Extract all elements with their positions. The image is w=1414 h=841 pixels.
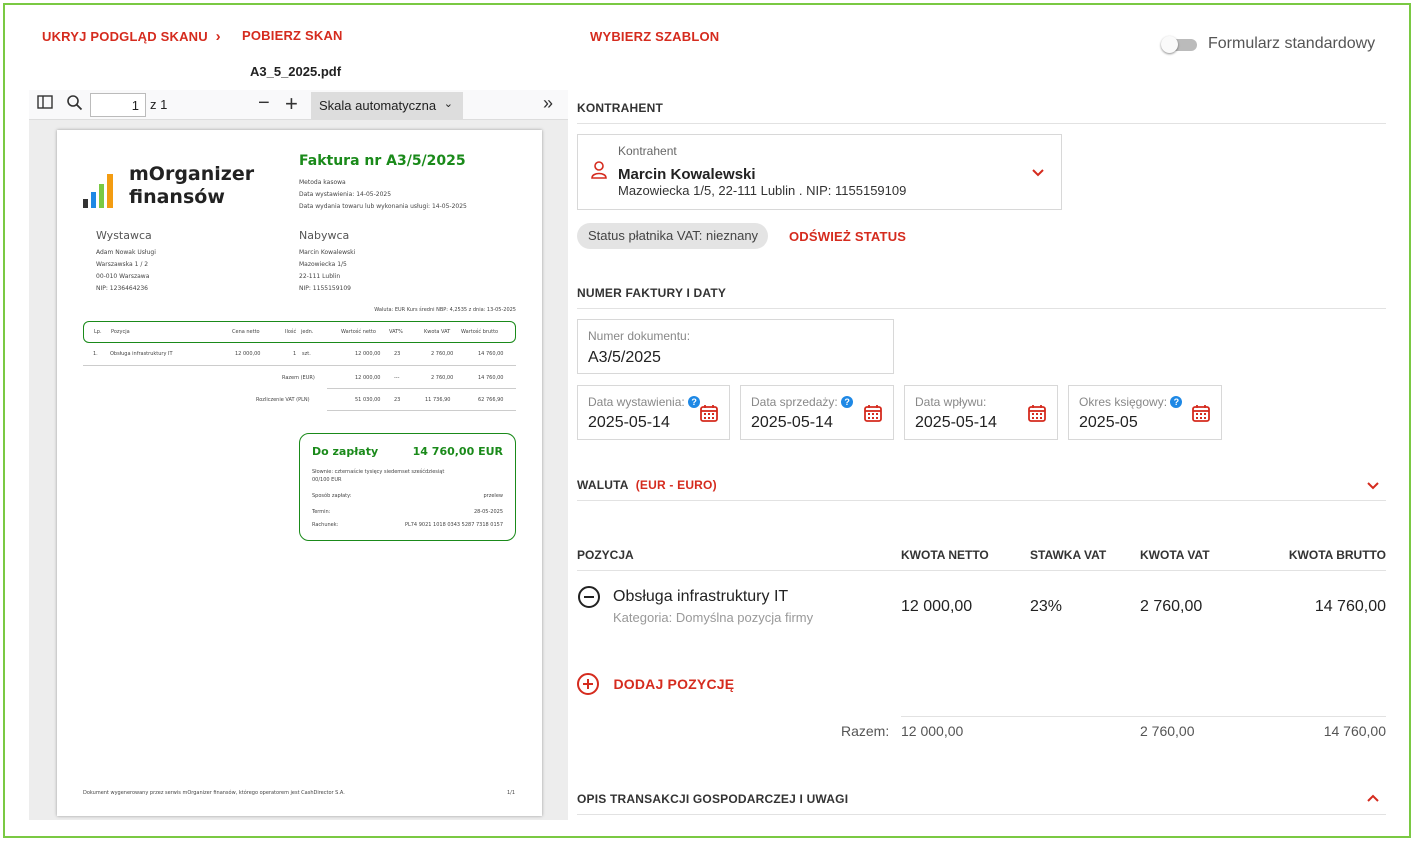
position-net[interactable]: 12 000,00 (901, 598, 972, 616)
help-icon[interactable]: ? (841, 396, 854, 408)
invoice-page-number: 1/1 (507, 790, 516, 796)
number-section-title: NUMER FAKTURY I DATY (577, 286, 727, 300)
contractor-name: Marcin Kowalewski (618, 166, 756, 183)
currency-value: (EUR - EURO) (635, 478, 717, 492)
issue-date-label: Data wystawienia: ? (588, 395, 701, 409)
plus-circle-icon (577, 673, 599, 695)
scale-select[interactable]: Skala automatyczna ⌄ (311, 92, 463, 119)
position-category: Kategoria: Domyślna pozycja firmy (613, 610, 814, 625)
column-header-net: KWOTA NETTO (901, 548, 989, 562)
calendar-icon[interactable] (1192, 404, 1210, 422)
accounting-period-label: Okres księgowy: ? (1079, 395, 1183, 409)
total-net: 12 000,00 (901, 723, 964, 739)
column-header-gross: KWOTA BRUTTO (1288, 548, 1386, 562)
accounting-period-value: 2025-05 (1079, 414, 1138, 431)
invoice-page: mOrganizer finansów Faktura nr A3/5/2025 … (57, 130, 542, 816)
invoice-pln-row: Rozliczenie VAT (PLN) 51 030,00 23 11 73… (256, 393, 516, 411)
invoice-title: Faktura nr A3/5/2025 (299, 153, 466, 169)
search-icon[interactable] (66, 94, 83, 116)
receipt-date-label: Data wpływu: (915, 395, 987, 409)
chevron-right-icon: › (215, 28, 221, 45)
download-scan-button[interactable]: POBIERZ SKAN (242, 28, 343, 43)
chevron-down-icon[interactable] (1366, 481, 1380, 490)
document-number-value: A3/5/2025 (588, 349, 661, 366)
calendar-icon[interactable] (1028, 404, 1046, 422)
divider (901, 716, 1386, 717)
add-position-label: DODAJ POZYCJĘ (613, 676, 735, 692)
total-vat: 2 760,00 (1140, 723, 1195, 739)
divider (577, 500, 1386, 501)
buyer-heading: Nabywca (299, 229, 350, 242)
zoom-in-icon[interactable]: + (285, 91, 298, 117)
chevron-down-icon (1032, 169, 1044, 177)
sale-date-value: 2025-05-14 (751, 414, 833, 431)
hide-scan-label: UKRYJ PODGLĄD SKANU (42, 29, 208, 44)
invoice-table-row: 1. Obsługa infrastruktury IT 12 000,00 1… (83, 348, 516, 366)
issue-date-field[interactable]: Data wystawienia: ? 2025-05-14 (577, 385, 730, 440)
invoice-meta: Metoda kasowa Data wystawienia: 14-05-202… (299, 179, 467, 210)
sale-date-label: Data sprzedaży: ? (751, 395, 854, 409)
calendar-icon[interactable] (700, 404, 718, 422)
page-total: z 1 (150, 97, 168, 112)
scale-value: Skala automatyczna (319, 98, 437, 113)
contractor-select[interactable]: Kontrahent Marcin Kowalewski Mazowiecka … (577, 134, 1062, 210)
standard-form-toggle[interactable] (1161, 36, 1199, 53)
morganizer-logo-icon (83, 174, 113, 208)
logo-text: mOrganizer finansów (129, 163, 255, 208)
invoice-sum-row: Razem (EUR) 12 000,00 --- 2 760,00 14 76… (282, 371, 516, 389)
scan-filename: A3_5_2025.pdf (250, 64, 342, 79)
position-vat[interactable]: 2 760,00 (1140, 598, 1202, 616)
zoom-out-icon[interactable]: − (258, 92, 270, 115)
column-header-vat: KWOTA VAT (1140, 548, 1210, 562)
help-icon[interactable]: ? (688, 396, 701, 408)
pdf-toolbar: 1 z 1 − + Skala automatyczna ⌄ » (29, 90, 568, 120)
accounting-period-field[interactable]: Okres księgowy: ? 2025-05 (1068, 385, 1222, 440)
divider (577, 570, 1386, 571)
payment-box: Do zapłaty 14 760,00 EUR Słownie: cztern… (299, 433, 516, 541)
invoice-footer: Dokument wygenerowany przez serwis mOrga… (83, 790, 345, 796)
refresh-status-button[interactable]: ODŚWIEŻ STATUS (789, 229, 906, 244)
seller-heading: Wystawca (96, 229, 152, 242)
position-gross[interactable]: 14 760,00 (1315, 598, 1386, 616)
description-section-title[interactable]: OPIS TRANSAKCJI GOSPODARCZEJ I UWAGI (577, 792, 848, 806)
currency-line: Waluta: EUR Kurs średni NBP: 4,2535 z dn… (374, 307, 516, 313)
person-icon (591, 161, 607, 179)
position-vat-rate[interactable]: 23% (1030, 598, 1062, 616)
sale-date-field[interactable]: Data sprzedaży: ? 2025-05-14 (740, 385, 894, 440)
chevron-down-icon: ⌄ (443, 98, 453, 110)
remove-position-icon[interactable] (578, 586, 600, 608)
page-number-input[interactable]: 1 (90, 93, 146, 117)
column-header-vat-rate: STAWKA VAT (1030, 548, 1107, 562)
divider (577, 308, 1386, 309)
document-number-label: Numer dokumentu: (588, 329, 691, 343)
invoice-table-header: Lp. Pozycja Cena netto Ilość jedn. Warto… (83, 321, 516, 343)
hide-scan-button[interactable]: UKRYJ PODGLĄD SKANU › (42, 28, 221, 45)
choose-template-button[interactable]: WYBIERZ SZABLON (590, 29, 719, 44)
currency-section-title[interactable]: WALUTA (EUR - EURO) (577, 478, 717, 492)
document-number-field[interactable]: Numer dokumentu: A3/5/2025 (577, 319, 894, 374)
divider (577, 123, 1386, 124)
tools-menu-icon[interactable]: » (543, 93, 553, 114)
sidebar-toggle-icon[interactable] (37, 95, 53, 114)
column-header-position: POZYCJA (577, 548, 634, 562)
add-position-button[interactable]: DODAJ POZYCJĘ (577, 673, 734, 695)
contractor-section-title: KONTRAHENT (577, 101, 663, 115)
contractor-label: Kontrahent (618, 144, 677, 158)
vat-status-badge: Status płatnika VAT: nieznany (577, 223, 768, 249)
pdf-viewer: 1 z 1 − + Skala automatyczna ⌄ » mOrganiz… (29, 90, 568, 820)
total-label: Razem: (841, 723, 890, 739)
divider (577, 814, 1386, 815)
seller-details: Adam Nowak Usługi Warszawska 1 / 2 00-010 … (96, 249, 156, 292)
total-gross: 14 760,00 (1323, 723, 1386, 739)
chevron-up-icon[interactable] (1366, 794, 1380, 803)
calendar-icon[interactable] (864, 404, 882, 422)
standard-form-label: Formularz standardowy (1208, 35, 1376, 52)
help-icon[interactable]: ? (1170, 396, 1183, 408)
receipt-date-value: 2025-05-14 (915, 414, 997, 431)
receipt-date-field[interactable]: Data wpływu: 2025-05-14 (904, 385, 1058, 440)
position-name[interactable]: Obsługa infrastruktury IT (613, 588, 788, 606)
buyer-details: Marcin Kowalewski Mazowiecka 1/5 22-111 Lu… (299, 249, 356, 292)
issue-date-value: 2025-05-14 (588, 414, 670, 431)
contractor-address: Mazowiecka 1/5, 22-111 Lublin . NIP: 115… (618, 183, 907, 198)
